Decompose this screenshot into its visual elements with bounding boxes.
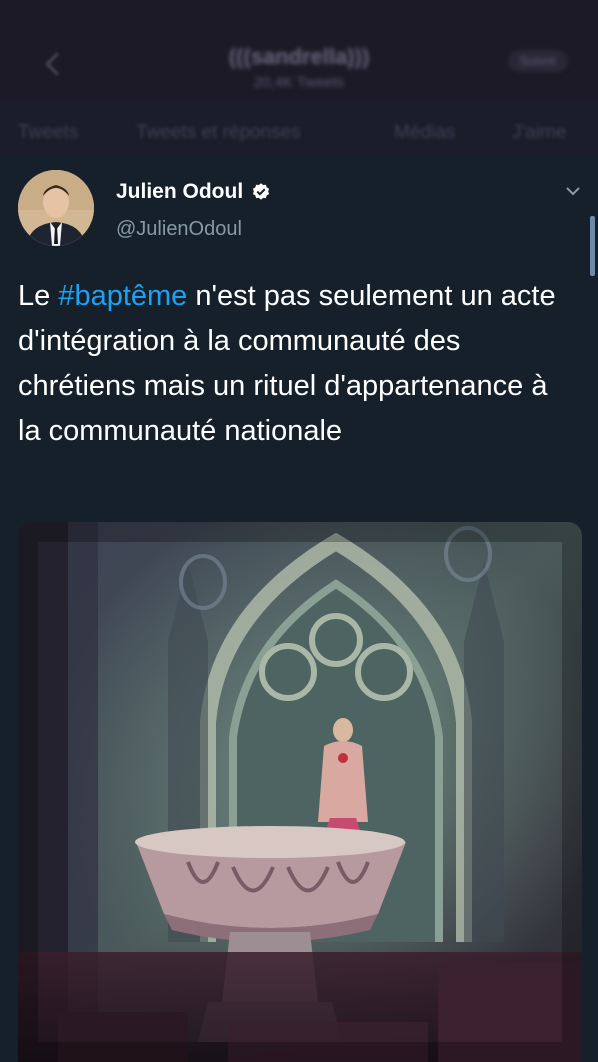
hashtag-link[interactable]: #baptême: [58, 280, 187, 312]
tab-tweets[interactable]: Tweets: [18, 122, 78, 144]
author-name-row: Julien Odoul: [116, 180, 271, 204]
profile-header: (((sandrella))) 20,4K Tweets Suivre: [0, 0, 598, 100]
scrollbar[interactable]: [590, 216, 595, 276]
verified-badge-icon: [253, 183, 270, 200]
tweet[interactable]: Julien Odoul @JulienOdoul Le #baptême n'…: [0, 156, 598, 1062]
tab-likes[interactable]: J'aime: [512, 122, 566, 144]
tweet-text-start: Le: [18, 280, 59, 312]
profile-tweet-count: 20,4K Tweets: [253, 74, 345, 91]
tab-tweets-replies[interactable]: Tweets et réponses: [136, 122, 301, 144]
tweet-media-photo[interactable]: [18, 522, 582, 1062]
avatar[interactable]: [18, 170, 94, 246]
author-handle[interactable]: @JulienOdoul: [116, 218, 242, 241]
church-baptismal-font-photo: [18, 522, 582, 1062]
avatar-photo: [18, 170, 94, 246]
tab-media[interactable]: Médias: [394, 122, 455, 144]
chevron-down-icon[interactable]: [564, 184, 582, 198]
profile-tabs: Tweets Tweets et réponses Médias J'aime: [0, 100, 598, 156]
tweet-text: Le #baptême n'est pas seulement un acte …: [18, 274, 578, 454]
author-name[interactable]: Julien Odoul: [116, 180, 243, 204]
follow-button[interactable]: Suivre: [508, 50, 568, 72]
